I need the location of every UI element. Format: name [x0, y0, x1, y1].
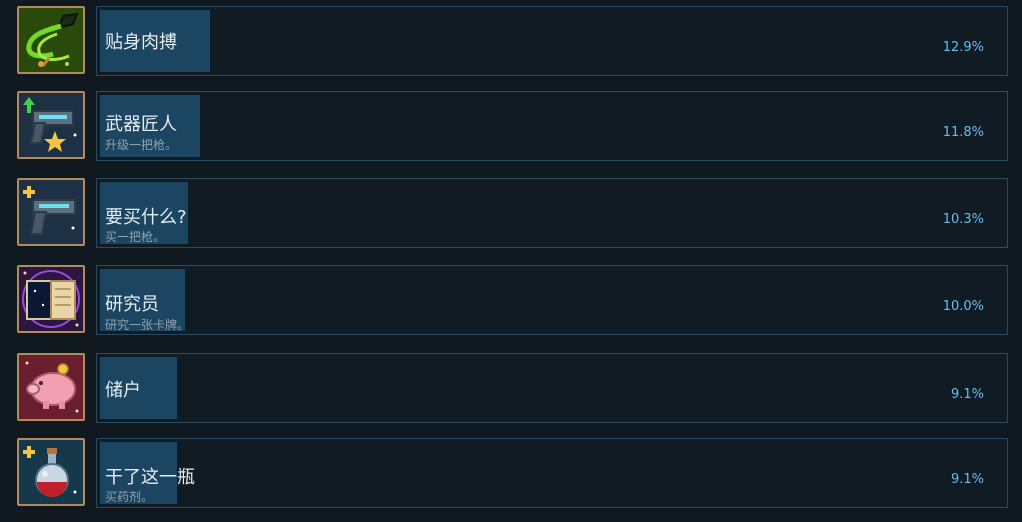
achievement-title: 研究员 — [105, 294, 159, 315]
achievement-description: 研究一张卡牌。 — [105, 318, 190, 332]
achievement-description: 买一把枪。 — [105, 230, 166, 244]
achievement-card: 研究员 研究一张卡牌。 10.0% — [96, 265, 1008, 335]
piggy-bank-icon — [17, 353, 85, 421]
achievement-title: 要买什么? — [105, 207, 187, 228]
achievement-title: 干了这一瓶 — [105, 467, 195, 488]
achievement-title: 储户 — [105, 380, 141, 401]
achievement-description: 买药剂。 — [105, 490, 154, 504]
whip-icon — [17, 6, 85, 74]
achievement-list: 贴身肉搏 12.9% 武器匠人 升级一把枪。 11.8% 要买什么? 买一把枪。… — [0, 0, 1022, 522]
unlock-percent: 10.3% — [942, 212, 984, 227]
potion-icon — [17, 438, 85, 506]
unlock-percent: 9.1% — [950, 472, 984, 487]
achievement-card: 贴身肉搏 12.9% — [96, 6, 1008, 76]
achievement-card: 武器匠人 升级一把枪。 11.8% — [96, 91, 1008, 161]
achievement-row[interactable]: 要买什么? 买一把枪。 10.3% — [0, 178, 1022, 250]
book-icon — [17, 265, 85, 333]
unlock-percent: 9.1% — [950, 387, 984, 402]
achievement-description: 升级一把枪。 — [105, 138, 178, 152]
achievement-row[interactable]: 储户 9.1% — [0, 353, 1022, 425]
achievement-row[interactable]: 贴身肉搏 12.9% — [0, 6, 1022, 78]
achievement-title: 武器匠人 — [105, 114, 177, 135]
achievement-row[interactable]: 干了这一瓶 买药剂。 9.1% — [0, 438, 1022, 510]
achievement-card: 干了这一瓶 买药剂。 9.1% — [96, 438, 1008, 508]
achievement-row[interactable]: 研究员 研究一张卡牌。 10.0% — [0, 265, 1022, 337]
unlock-percent: 11.8% — [942, 125, 984, 140]
unlock-percent: 12.9% — [942, 40, 984, 55]
achievement-card: 要买什么? 买一把枪。 10.3% — [96, 178, 1008, 248]
achievement-title: 贴身肉搏 — [105, 32, 177, 53]
unlock-percent: 10.0% — [942, 299, 984, 314]
achievement-card: 储户 9.1% — [96, 353, 1008, 423]
achievement-row[interactable]: 武器匠人 升级一把枪。 11.8% — [0, 91, 1022, 163]
buy-gun-icon — [17, 178, 85, 246]
upgrade-gun-icon — [17, 91, 85, 159]
